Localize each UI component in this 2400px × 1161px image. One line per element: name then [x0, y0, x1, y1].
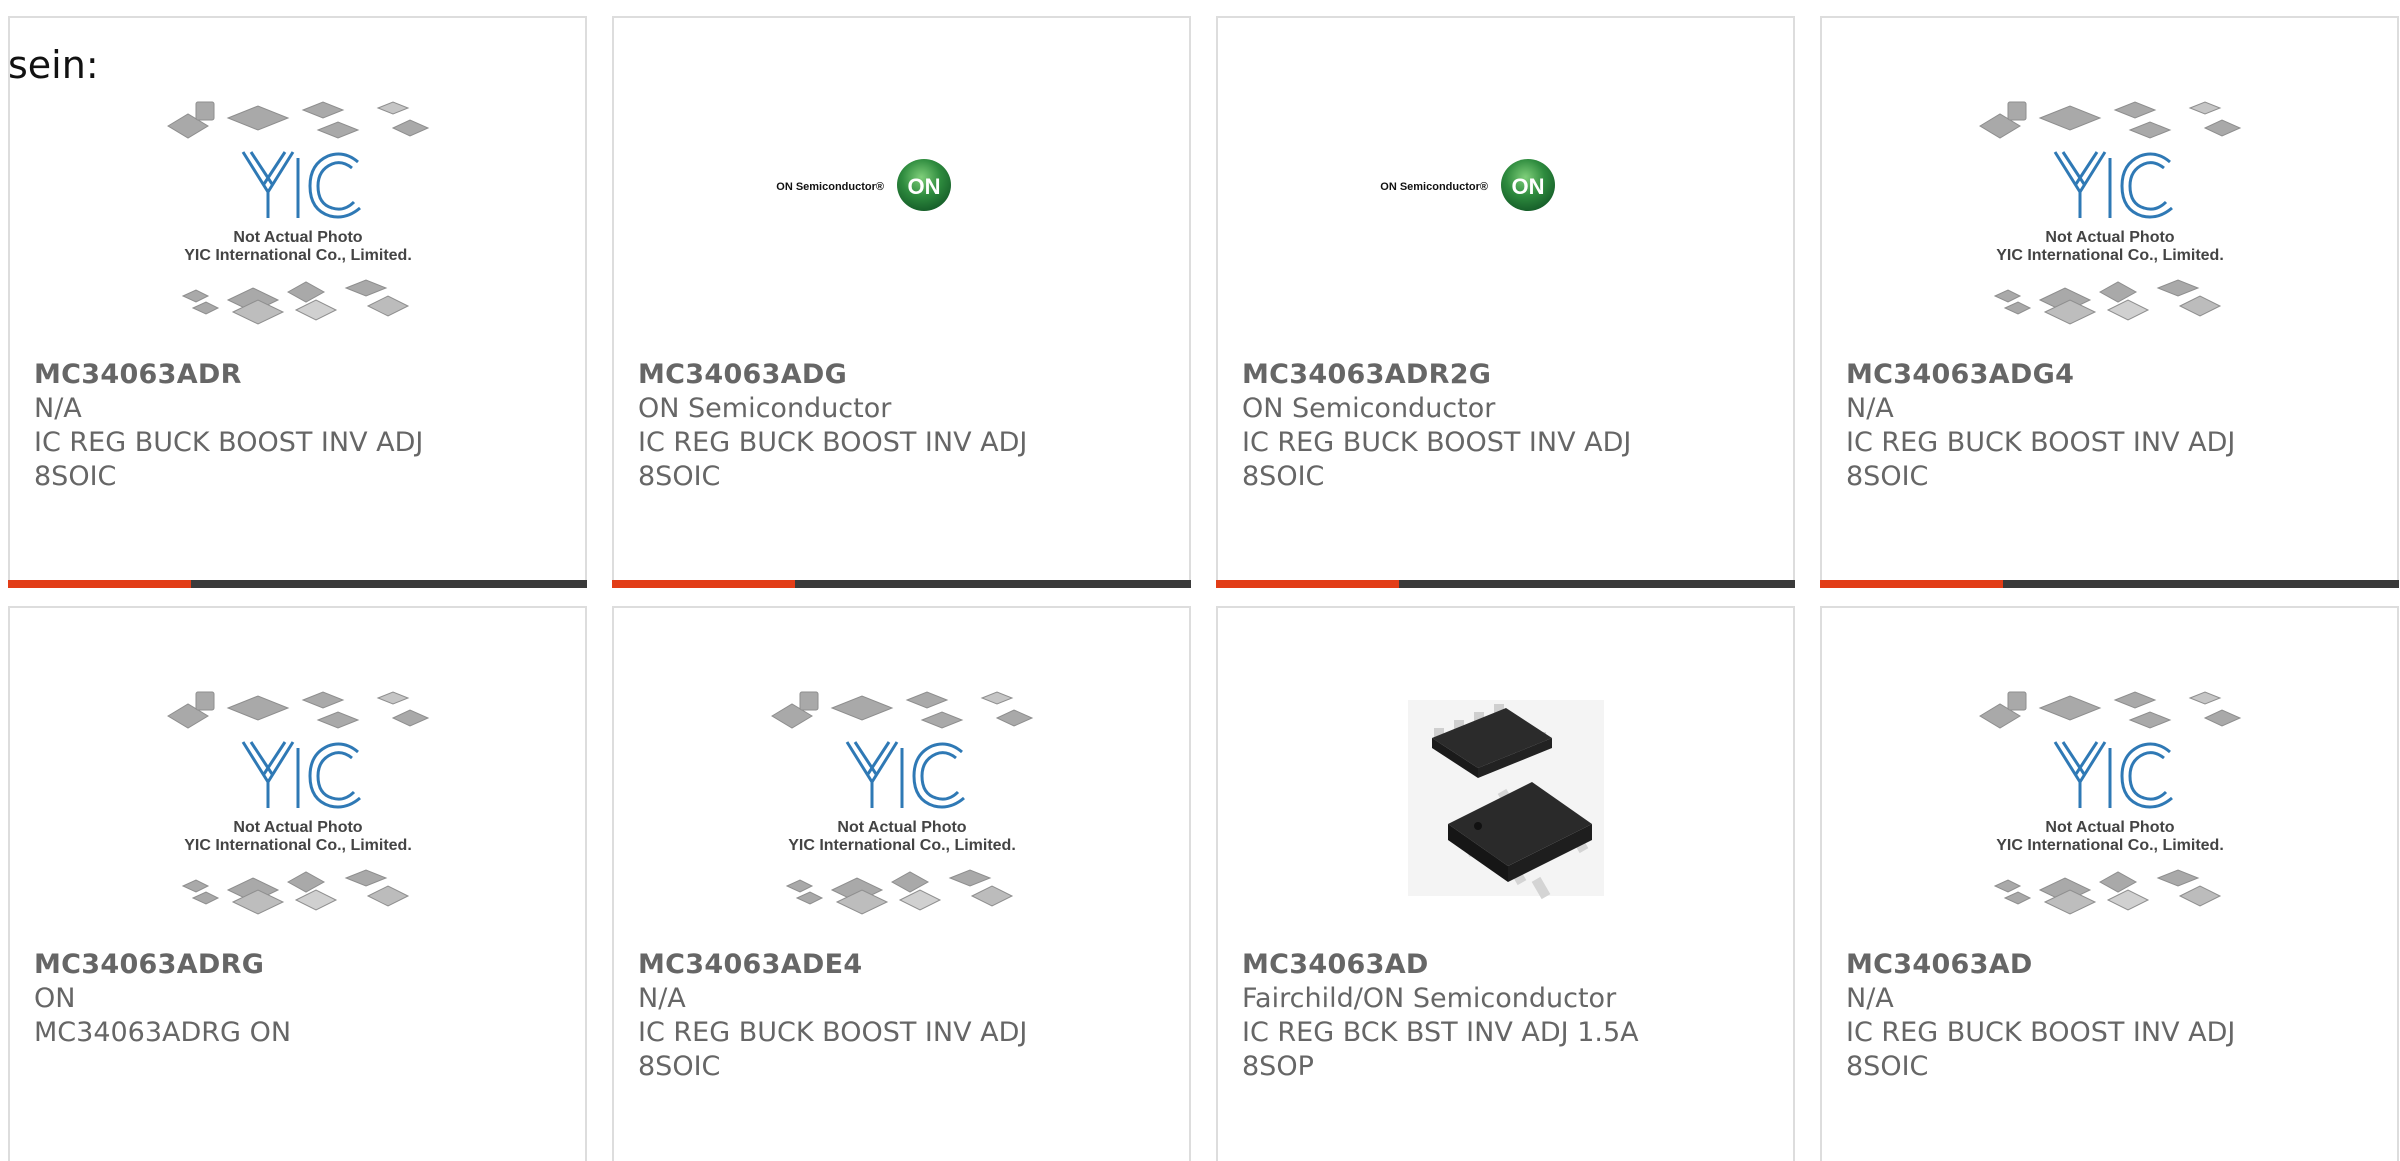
- part-number[interactable]: MC34063ADRG: [34, 948, 575, 982]
- card-bottom-bar: [8, 580, 587, 588]
- on-logo-name: ON Semiconductor®: [776, 181, 884, 193]
- product-image[interactable]: ON Semiconductor® ON: [752, 96, 1052, 336]
- package: 8SOIC: [1242, 461, 1325, 492]
- product-listing-page: sein: Not Actual Photo YIC International…: [0, 0, 2400, 1161]
- placeholder-line-2: YIC International Co., Limited.: [788, 837, 1016, 854]
- yic-placeholder-icon: Not Actual Photo YIC International Co., …: [770, 691, 1033, 915]
- product-card[interactable]: Not Actual Photo YIC International Co., …: [1820, 16, 2399, 588]
- product-card[interactable]: ON Semiconductor® ON MC34063ADG ON Semico…: [612, 16, 1191, 588]
- manufacturer: ON: [34, 983, 76, 1014]
- product-image[interactable]: Not Actual Photo YIC International Co., …: [148, 686, 448, 926]
- soic-chip-photo-icon: [1407, 700, 1604, 900]
- part-number[interactable]: MC34063ADR2G: [1242, 358, 1783, 392]
- product-info: MC34063ADR N/A IC REG BUCK BOOST INV ADJ 8S…: [34, 358, 575, 494]
- yic-placeholder-icon: Not Actual Photo YIC International Co., …: [166, 691, 429, 915]
- yic-placeholder-icon: Not Actual Photo YIC International Co., …: [1978, 691, 2241, 915]
- manufacturer: N/A: [34, 393, 82, 424]
- placeholder-line-2: YIC International Co., Limited.: [1996, 837, 2224, 854]
- description: IC REG BUCK BOOST INV ADJ: [1846, 427, 2236, 458]
- product-card[interactable]: Not Actual Photo YIC International Co., …: [8, 606, 587, 1161]
- product-image[interactable]: [1356, 686, 1656, 926]
- manufacturer: N/A: [1846, 983, 1894, 1014]
- description: IC REG BUCK BOOST INV ADJ: [638, 1017, 1028, 1048]
- product-info: MC34063AD Fairchild/ON Semiconductor IC RE…: [1242, 948, 1783, 1084]
- package: 8SOIC: [1846, 1051, 1929, 1082]
- card-accent-bar: [8, 580, 191, 588]
- placeholder-line-1: Not Actual Photo: [2045, 229, 2174, 246]
- card-bottom-bar: [1820, 580, 2399, 588]
- card-bottom-bar: [1216, 580, 1795, 588]
- description: MC34063ADRG ON: [34, 1017, 292, 1048]
- part-number[interactable]: MC34063ADG4: [1846, 358, 2387, 392]
- product-grid: Not Actual Photo YIC International Co., …: [8, 16, 2399, 1161]
- description: IC REG BCK BST INV ADJ 1.5A: [1242, 1017, 1639, 1048]
- package: 8SOIC: [638, 461, 721, 492]
- manufacturer: Fairchild/ON Semiconductor: [1242, 983, 1617, 1014]
- on-logo-name: ON Semiconductor®: [1380, 181, 1488, 193]
- manufacturer: N/A: [1846, 393, 1894, 424]
- part-number[interactable]: MC34063AD: [1846, 948, 2387, 982]
- part-number[interactable]: MC34063ADE4: [638, 948, 1179, 982]
- placeholder-line-1: Not Actual Photo: [233, 819, 362, 836]
- manufacturer: ON Semiconductor: [638, 393, 892, 424]
- package: 8SOIC: [34, 461, 117, 492]
- on-logo-badge: ON: [1511, 174, 1544, 199]
- on-semiconductor-logo-icon: ON Semiconductor® ON: [776, 159, 951, 211]
- product-info: MC34063ADG ON Semiconductor IC REG BUCK BO…: [638, 358, 1179, 494]
- manufacturer: N/A: [638, 983, 686, 1014]
- description: IC REG BUCK BOOST INV ADJ: [1846, 1017, 2236, 1048]
- placeholder-line-1: Not Actual Photo: [233, 229, 362, 246]
- placeholder-line-2: YIC International Co., Limited.: [1996, 247, 2224, 264]
- card-accent-bar: [1820, 580, 2003, 588]
- card-bottom-bar: [612, 580, 1191, 588]
- yic-placeholder-icon: Not Actual Photo YIC International Co., …: [166, 101, 429, 325]
- product-image[interactable]: Not Actual Photo YIC International Co., …: [752, 686, 1052, 926]
- on-semiconductor-logo-icon: ON Semiconductor® ON: [1380, 159, 1555, 211]
- product-info: MC34063ADE4 N/A IC REG BUCK BOOST INV ADJ 8…: [638, 948, 1179, 1084]
- card-accent-bar: [612, 580, 795, 588]
- product-info: MC34063ADR2G ON Semiconductor IC REG BUCK …: [1242, 358, 1783, 494]
- product-card[interactable]: Not Actual Photo YIC International Co., …: [1820, 606, 2399, 1161]
- part-number[interactable]: MC34063ADR: [34, 358, 575, 392]
- description: IC REG BUCK BOOST INV ADJ: [1242, 427, 1632, 458]
- part-number[interactable]: MC34063ADG: [638, 358, 1179, 392]
- product-info: MC34063AD N/A IC REG BUCK BOOST INV ADJ 8SO…: [1846, 948, 2387, 1084]
- product-info: MC34063ADRG ON MC34063ADRG ON: [34, 948, 575, 1050]
- product-image[interactable]: Not Actual Photo YIC International Co., …: [1960, 686, 2260, 926]
- product-image[interactable]: ON Semiconductor® ON: [1356, 96, 1656, 336]
- description: IC REG BUCK BOOST INV ADJ: [638, 427, 1028, 458]
- product-card[interactable]: Not Actual Photo YIC International Co., …: [612, 606, 1191, 1161]
- product-card[interactable]: MC34063AD Fairchild/ON Semiconductor IC RE…: [1216, 606, 1795, 1161]
- placeholder-line-2: YIC International Co., Limited.: [184, 247, 412, 264]
- product-image[interactable]: Not Actual Photo YIC International Co., …: [1960, 96, 2260, 336]
- manufacturer: ON Semiconductor: [1242, 393, 1496, 424]
- yic-placeholder-icon: Not Actual Photo YIC International Co., …: [1978, 101, 2241, 325]
- package: 8SOIC: [638, 1051, 721, 1082]
- placeholder-line-1: Not Actual Photo: [2045, 819, 2174, 836]
- package: 8SOP: [1242, 1051, 1314, 1082]
- part-number[interactable]: MC34063AD: [1242, 948, 1783, 982]
- description: IC REG BUCK BOOST INV ADJ: [34, 427, 424, 458]
- placeholder-line-1: Not Actual Photo: [837, 819, 966, 836]
- on-logo-badge: ON: [907, 174, 940, 199]
- product-info: MC34063ADG4 N/A IC REG BUCK BOOST INV ADJ 8…: [1846, 358, 2387, 494]
- product-card[interactable]: ON Semiconductor® ON MC34063ADR2G ON Semi…: [1216, 16, 1795, 588]
- package: 8SOIC: [1846, 461, 1929, 492]
- product-image[interactable]: Not Actual Photo YIC International Co., …: [148, 96, 448, 336]
- product-card[interactable]: Not Actual Photo YIC International Co., …: [8, 16, 587, 588]
- lead-text: sein:: [8, 43, 99, 87]
- placeholder-line-2: YIC International Co., Limited.: [184, 837, 412, 854]
- card-accent-bar: [1216, 580, 1399, 588]
